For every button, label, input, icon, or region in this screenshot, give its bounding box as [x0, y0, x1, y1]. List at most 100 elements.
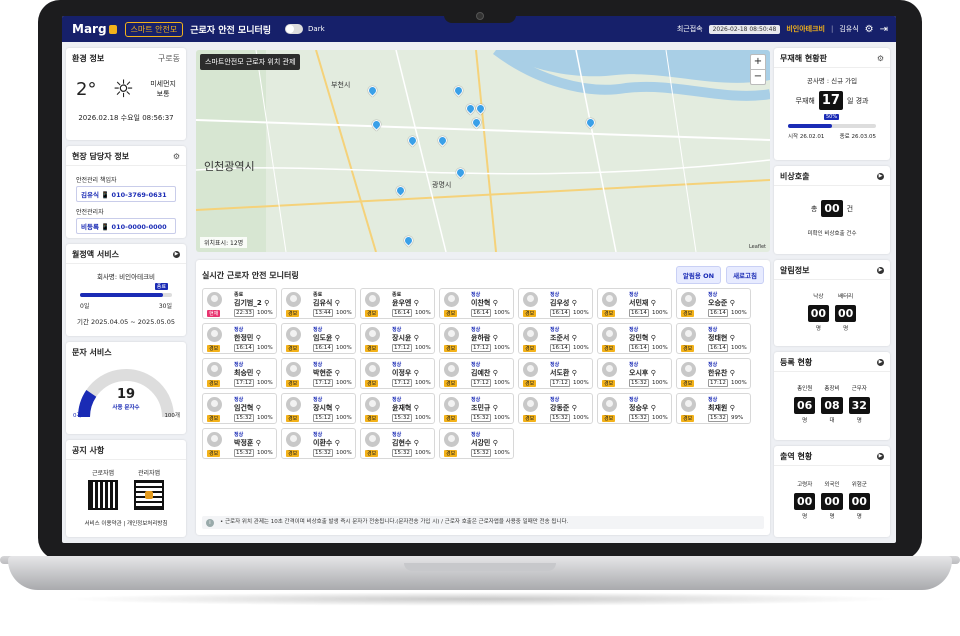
- worker-card[interactable]: 경보 정상 김현수 ⚲ 15:32 100%: [360, 428, 435, 459]
- location-pin-icon[interactable]: ⚲: [651, 334, 656, 342]
- worker-card[interactable]: 경보 정상 조민규 ⚲ 15:32 100%: [439, 393, 514, 424]
- arrow-right-icon[interactable]: ▶: [173, 251, 180, 258]
- worker-card[interactable]: 경보 정상 조준서 ⚲ 16:14 100%: [518, 323, 593, 354]
- location-pin-icon[interactable]: ⚲: [335, 439, 340, 447]
- location-pin-icon[interactable]: ⚲: [414, 439, 419, 447]
- worker-card[interactable]: 경보 정상 서민재 ⚲ 16:14 100%: [597, 288, 672, 319]
- worker-card[interactable]: 경보 정상 윤재혁 ⚲ 15:32 100%: [360, 393, 435, 424]
- worker-card[interactable]: 경보 정상 서도환 ⚲ 17:12 100%: [518, 358, 593, 389]
- refresh-button[interactable]: 새로고침: [726, 266, 764, 284]
- location-pin-icon[interactable]: ⚲: [414, 334, 419, 342]
- location-pin-icon[interactable]: ⚲: [256, 369, 261, 377]
- worker-status: 정상: [392, 397, 402, 403]
- settings-icon[interactable]: ⚙: [865, 24, 874, 35]
- admin-app-qr[interactable]: 관리자앱: [134, 468, 164, 510]
- arrow-right-icon[interactable]: ▶: [877, 267, 884, 274]
- location-pin-icon[interactable]: ⚲: [730, 369, 735, 377]
- alarm-toggle-button[interactable]: 알림용 ON: [675, 266, 722, 284]
- gear-icon[interactable]: ⚙: [173, 152, 180, 161]
- location-pin-icon[interactable]: ⚲: [572, 334, 577, 342]
- location-pin-icon[interactable]: ⚲: [493, 404, 498, 412]
- location-pin-icon[interactable]: ⚲: [414, 404, 419, 412]
- location-pin-icon[interactable]: ⚲: [651, 299, 656, 307]
- location-pin-icon[interactable]: ⚲: [730, 404, 735, 412]
- location-pin-icon[interactable]: ⚲: [572, 369, 577, 377]
- worker-card[interactable]: 경보 종료 윤우엔 ⚲ 16:14 100%: [360, 288, 435, 319]
- worker-card[interactable]: 현재 종료 김기범_2 ⚲ 22:33 100%: [202, 288, 277, 319]
- location-pin-icon[interactable]: ⚲: [493, 439, 498, 447]
- arrow-right-icon[interactable]: ▶: [877, 173, 884, 180]
- counter-label: 근무자: [851, 386, 867, 392]
- location-pin-icon[interactable]: ⚲: [256, 439, 261, 447]
- worker-card[interactable]: 경보 정상 한정민 ⚲ 16:14 100%: [202, 323, 277, 354]
- worker-card[interactable]: 경보 정상 임건혁 ⚲ 15:32 100%: [202, 393, 277, 424]
- worker-card[interactable]: 경보 정상 김예찬 ⚲ 17:12 100%: [439, 358, 514, 389]
- worker-card[interactable]: 경보 정상 강민혁 ⚲ 16:14 100%: [597, 323, 672, 354]
- location-pin-icon[interactable]: ⚲: [256, 334, 261, 342]
- zoom-out-button[interactable]: −: [751, 70, 765, 84]
- location-pin-icon[interactable]: ⚲: [414, 369, 419, 377]
- worker-card[interactable]: 경보 종료 김유식 ⚲ 13:44 100%: [281, 288, 356, 319]
- logo[interactable]: Marg: [72, 22, 117, 36]
- worker-card[interactable]: 경보 정상 이찬혁 ⚲ 16:14 100%: [439, 288, 514, 319]
- location-pin-icon[interactable]: ⚲: [651, 404, 656, 412]
- location-pin-icon[interactable]: ⚲: [256, 404, 261, 412]
- worker-card[interactable]: 경보 정상 서강민 ⚲ 15:32 100%: [439, 428, 514, 459]
- worker-card[interactable]: 경보 정상 오시후 ⚲ 15:32 100%: [597, 358, 672, 389]
- worker-app-qr[interactable]: 근로자앱: [88, 468, 118, 510]
- monthly-panel: 월정액 서비스 ▶ 회사명: 비인아테크비 종료 0일 30일 기간 2025.04…: [66, 244, 186, 336]
- location-pin-icon[interactable]: ⚲: [493, 369, 498, 377]
- worker-card[interactable]: 경보 정상 한유찬 ⚲ 17:12 100%: [676, 358, 751, 389]
- location-pin-icon[interactable]: ⚲: [335, 334, 340, 342]
- env-panel: 환경 정보 구로동 2° ☼ 미세먼지 보통 2026.02.18 수요일 08:5…: [66, 48, 186, 140]
- alert-tag: 경보: [286, 450, 300, 457]
- worker-card[interactable]: 경보 정상 최재원 ⚲ 15:32 99%: [676, 393, 751, 424]
- chief-contact[interactable]: 김유식 📱 010-3769-0631: [76, 186, 176, 202]
- location-pin-icon[interactable]: ⚲: [572, 299, 577, 307]
- accident-free-label: 무재해: [795, 96, 815, 105]
- worker-card[interactable]: 경보 정상 임도윤 ⚲ 16:14 100%: [281, 323, 356, 354]
- location-pin-icon[interactable]: ⚲: [651, 369, 656, 377]
- location-pin-icon[interactable]: ⚲: [335, 299, 340, 307]
- arrow-right-icon[interactable]: ▶: [877, 359, 884, 366]
- location-map[interactable]: 스마트안전모 근로자 위치 관제 + − 인천광역시 부천시 광명시 Leafl…: [196, 50, 770, 252]
- location-pin-icon[interactable]: ⚲: [264, 299, 269, 307]
- manager-contact[interactable]: 비등록 📱 010-0000-0000: [76, 218, 176, 234]
- location-pin-icon[interactable]: ⚲: [335, 369, 340, 377]
- fine-dust: 미세먼지 보통: [150, 80, 176, 98]
- map-attribution[interactable]: Leaflet: [749, 244, 766, 250]
- worker-card[interactable]: 경보 정상 정태현 ⚲ 16:14 100%: [676, 323, 751, 354]
- worker-status: 정상: [234, 327, 244, 333]
- location-pin-icon[interactable]: ⚲: [493, 299, 498, 307]
- zoom-in-button[interactable]: +: [751, 55, 765, 70]
- worker-card[interactable]: 경보 정상 강동준 ⚲ 15:32 100%: [518, 393, 593, 424]
- worker-card[interactable]: 경보 정상 박현준 ⚲ 17:12 100%: [281, 358, 356, 389]
- worker-card[interactable]: 경보 정상 윤하람 ⚲ 17:12 100%: [439, 323, 514, 354]
- worker-card[interactable]: 경보 정상 김우성 ⚲ 16:14 100%: [518, 288, 593, 319]
- worker-card[interactable]: 경보 정상 박정훈 ⚲ 15:32 100%: [202, 428, 277, 459]
- location-pin-icon[interactable]: ⚲: [730, 334, 735, 342]
- worker-card[interactable]: 경보 정상 장시혁 ⚲ 15:12 100%: [281, 393, 356, 424]
- worker-card[interactable]: 경보 정상 최승민 ⚲ 17:12 100%: [202, 358, 277, 389]
- gear-icon[interactable]: ⚙: [877, 54, 884, 63]
- worker-card[interactable]: 경보 정상 장시윤 ⚲ 17:12 100%: [360, 323, 435, 354]
- footer-links[interactable]: 서비스 이용약관 | 개인정보처리방침: [66, 519, 186, 527]
- location-pin-icon[interactable]: ⚲: [572, 404, 577, 412]
- worker-card[interactable]: 경보 정상 이정우 ⚲ 17:12 100%: [360, 358, 435, 389]
- avatar: [681, 327, 696, 342]
- worker-time: 15:32: [471, 414, 491, 422]
- worker-status: 정상: [471, 327, 481, 333]
- sms-title: 문자 서비스: [72, 348, 112, 357]
- dark-mode-toggle[interactable]: [285, 24, 304, 34]
- user-name[interactable]: 김유식: [839, 24, 858, 34]
- arrow-right-icon[interactable]: ▶: [877, 453, 884, 460]
- location-pin-icon[interactable]: ⚲: [493, 334, 498, 342]
- worker-card[interactable]: 경보 정상 정승우 ⚲ 15:32 100%: [597, 393, 672, 424]
- app-badge: 스마트 안전모: [124, 21, 184, 37]
- worker-card[interactable]: 경보 정상 이환수 ⚲ 15:32 100%: [281, 428, 356, 459]
- location-pin-icon[interactable]: ⚲: [730, 299, 735, 307]
- worker-card[interactable]: 경보 정상 오승준 ⚲ 16:14 100%: [676, 288, 751, 319]
- location-pin-icon[interactable]: ⚲: [414, 299, 419, 307]
- logout-icon[interactable]: ⇥: [880, 24, 888, 35]
- location-pin-icon[interactable]: ⚲: [335, 404, 340, 412]
